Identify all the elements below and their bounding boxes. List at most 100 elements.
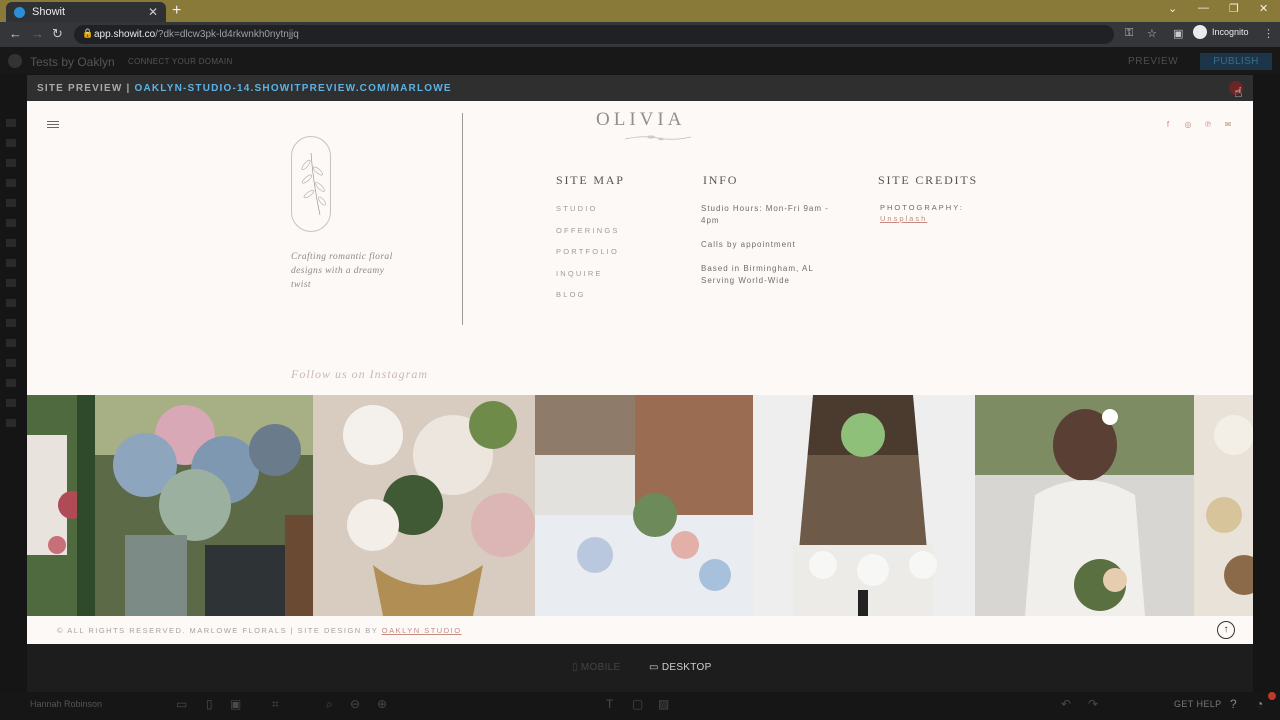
url-host: app.showit.co — [94, 29, 156, 40]
email-icon[interactable]: ✉ — [1223, 120, 1233, 129]
publish-button[interactable]: PUBLISH — [1200, 53, 1272, 70]
hamburger-menu-icon[interactable] — [47, 121, 59, 130]
incognito-label: Incognito — [1212, 27, 1249, 37]
monitor-icon[interactable]: ▣ — [230, 697, 241, 711]
instagram-photo[interactable] — [313, 395, 535, 616]
zoom-out-icon[interactable]: ⊖ — [350, 697, 360, 711]
browser-menu-icon[interactable]: ⋮ — [1263, 27, 1274, 40]
app-header: Tests by Oaklyn CONNECT YOUR DOMAIN PREV… — [0, 47, 1280, 74]
tab-title: Showit — [32, 6, 66, 18]
url-path: /?dk=dlcw3pk-ld4rkwnkh0nytnjjq — [155, 29, 299, 40]
mouse-cursor-icon: ☝ — [1234, 84, 1243, 100]
scroll-to-top-icon[interactable]: ↑ — [1217, 621, 1235, 639]
logo-sprig-icon — [624, 135, 692, 141]
side-panel-icon[interactable]: ▣ — [1173, 27, 1183, 40]
site-logo[interactable]: OLIVIA — [596, 109, 685, 131]
instagram-heading: Follow us on Instagram — [291, 367, 429, 381]
instagram-photo[interactable] — [95, 395, 313, 616]
desktop-label: DESKTOP — [661, 662, 712, 673]
pinterest-icon[interactable]: ℗ — [1203, 120, 1213, 129]
preview-button[interactable]: PREVIEW — [1128, 56, 1178, 67]
site-preview-url[interactable]: OAKLYN-STUDIO-14.SHOWITPREVIEW.COM/MARLO… — [134, 83, 451, 94]
incognito-indicator[interactable]: Incognito — [1193, 25, 1249, 39]
window-close-button[interactable]: ✕ — [1259, 2, 1268, 15]
notification-badge — [1268, 692, 1276, 700]
unsplash-link[interactable]: Unsplash — [880, 214, 964, 223]
info-title: INFO — [703, 173, 739, 187]
mobile-label: MOBILE — [580, 662, 621, 673]
instagram-icon[interactable]: ◎ — [1183, 120, 1193, 129]
sitemap-list: STUDIO OFFERINGS PORTFOLIO INQUIRE BLOG — [556, 204, 620, 312]
social-icons: f ◎ ℗ ✉ — [1163, 120, 1233, 129]
mobile-view-button[interactable]: ▯ MOBILE — [572, 662, 620, 673]
crop-icon[interactable]: ⌗ — [272, 697, 279, 712]
instagram-photo[interactable] — [535, 395, 753, 616]
preview-site: OLIVIA f ◎ ℗ ✉ Crafting romantic floral … — [27, 101, 1253, 644]
sitemap-link-offerings[interactable]: OFFERINGS — [556, 226, 620, 235]
photography-label: PHOTOGRAPHY: — [880, 203, 964, 212]
sitemap-link-inquire[interactable]: INQUIRE — [556, 269, 620, 278]
forward-arrow-icon[interactable]: → — [31, 26, 44, 41]
lock-icon: 🔒 — [82, 28, 94, 38]
desktop-view-icon[interactable]: ▭ — [176, 697, 187, 711]
instagram-photo[interactable] — [975, 395, 1194, 616]
undo-icon[interactable]: ↶ — [1061, 697, 1071, 711]
key-icon[interactable]: ⚿ — [1125, 27, 1133, 40]
image-tool-icon[interactable]: ▨ — [658, 697, 669, 711]
zoom-in-icon[interactable]: ⊕ — [377, 697, 387, 711]
incognito-avatar-icon — [1193, 25, 1207, 39]
footer-copyright: © ALL RIGHTS RESERVED. MARLOWE FLORALS |… — [57, 626, 462, 635]
credits-block: PHOTOGRAPHY: Unsplash — [880, 203, 964, 223]
showit-favicon-icon — [14, 6, 25, 18]
tab-close-icon[interactable]: ✕ — [148, 5, 158, 19]
showit-logo-icon — [8, 54, 22, 68]
get-help-link[interactable]: GET HELP — [1174, 699, 1222, 709]
leaf-branch-icon — [301, 152, 326, 216]
sitemap-link-blog[interactable]: BLOG — [556, 290, 620, 299]
left-panel-ghost — [0, 107, 26, 607]
restore-button[interactable]: ❐ — [1229, 2, 1239, 15]
text-tool-icon[interactable]: T — [606, 697, 613, 711]
device-switch-bar: ▯ MOBILE ▭ DESKTOP — [27, 644, 1253, 692]
browser-tabstrip: Showit ✕ + ⌄ — ❐ ✕ — [0, 0, 1280, 22]
credits-title: SITE CREDITS — [878, 173, 978, 187]
tab-search-icon[interactable]: ⌄ — [1168, 2, 1177, 15]
info-block: Studio Hours: Mon-Fri 9am - 4pm Calls by… — [701, 203, 841, 299]
vertical-divider — [462, 113, 463, 325]
project-name[interactable]: Tests by Oaklyn — [30, 55, 115, 69]
copyright-text: © ALL RIGHTS RESERVED. MARLOWE FLORALS |… — [57, 626, 382, 635]
calls-note: Calls by appointment — [701, 240, 796, 249]
sitemap-link-studio[interactable]: STUDIO — [556, 204, 620, 213]
sitemap-link-portfolio[interactable]: PORTFOLIO — [556, 247, 620, 256]
instagram-photo[interactable] — [27, 395, 95, 616]
instagram-photo[interactable] — [753, 395, 975, 616]
site-preview-prefix: SITE PREVIEW | — [37, 83, 135, 94]
reload-icon[interactable]: ↻ — [52, 26, 63, 42]
facebook-icon[interactable]: f — [1163, 120, 1173, 129]
redo-icon[interactable]: ↷ — [1088, 697, 1098, 711]
leaf-oval-emblem — [291, 136, 331, 232]
browser-tab[interactable]: Showit ✕ — [6, 2, 166, 22]
chat-icon[interactable]: ◔ — [1256, 697, 1263, 711]
help-book-icon[interactable]: ? — [1230, 697, 1237, 711]
user-name[interactable]: Hannah Robinson — [30, 699, 102, 709]
connect-domain-link[interactable]: CONNECT YOUR DOMAIN — [128, 57, 233, 66]
browser-toolbar: ← → ↻ 🔒 app.showit.co/?dk=dlcw3pk-ld4rkw… — [0, 22, 1280, 47]
sitemap-title: SITE MAP — [556, 173, 625, 187]
minimize-button[interactable]: — — [1198, 2, 1209, 14]
box-tool-icon[interactable]: ▢ — [632, 697, 643, 711]
site-preview-label: SITE PREVIEW | OAKLYN-STUDIO-14.SHOWITPR… — [37, 83, 452, 94]
instagram-photo[interactable] — [1194, 395, 1253, 616]
new-tab-button[interactable]: + — [172, 2, 181, 20]
instagram-gallery — [27, 395, 1253, 616]
bookmark-star-icon[interactable]: ☆ — [1147, 27, 1157, 40]
zoom-icon[interactable]: ⌕ — [326, 697, 333, 712]
back-arrow-icon[interactable]: ← — [9, 26, 22, 41]
mobile-view-icon[interactable]: ▯ — [206, 697, 213, 711]
app-status-bar: Hannah Robinson ▭ ▯ ▣ ⌗ ⌕ ⊖ ⊕ T ▢ ▨ ↶ ↷ … — [0, 692, 1280, 720]
address-bar[interactable]: 🔒 app.showit.co/?dk=dlcw3pk-ld4rkwnkh0ny… — [74, 25, 1114, 44]
site-preview-bar: SITE PREVIEW | OAKLYN-STUDIO-14.SHOWITPR… — [27, 75, 1253, 101]
designer-link[interactable]: OAKLYN STUDIO — [382, 626, 462, 635]
desktop-view-button[interactable]: ▭ DESKTOP — [649, 662, 712, 673]
location-note: Based in Birmingham, AL Serving World-Wi… — [701, 264, 814, 285]
